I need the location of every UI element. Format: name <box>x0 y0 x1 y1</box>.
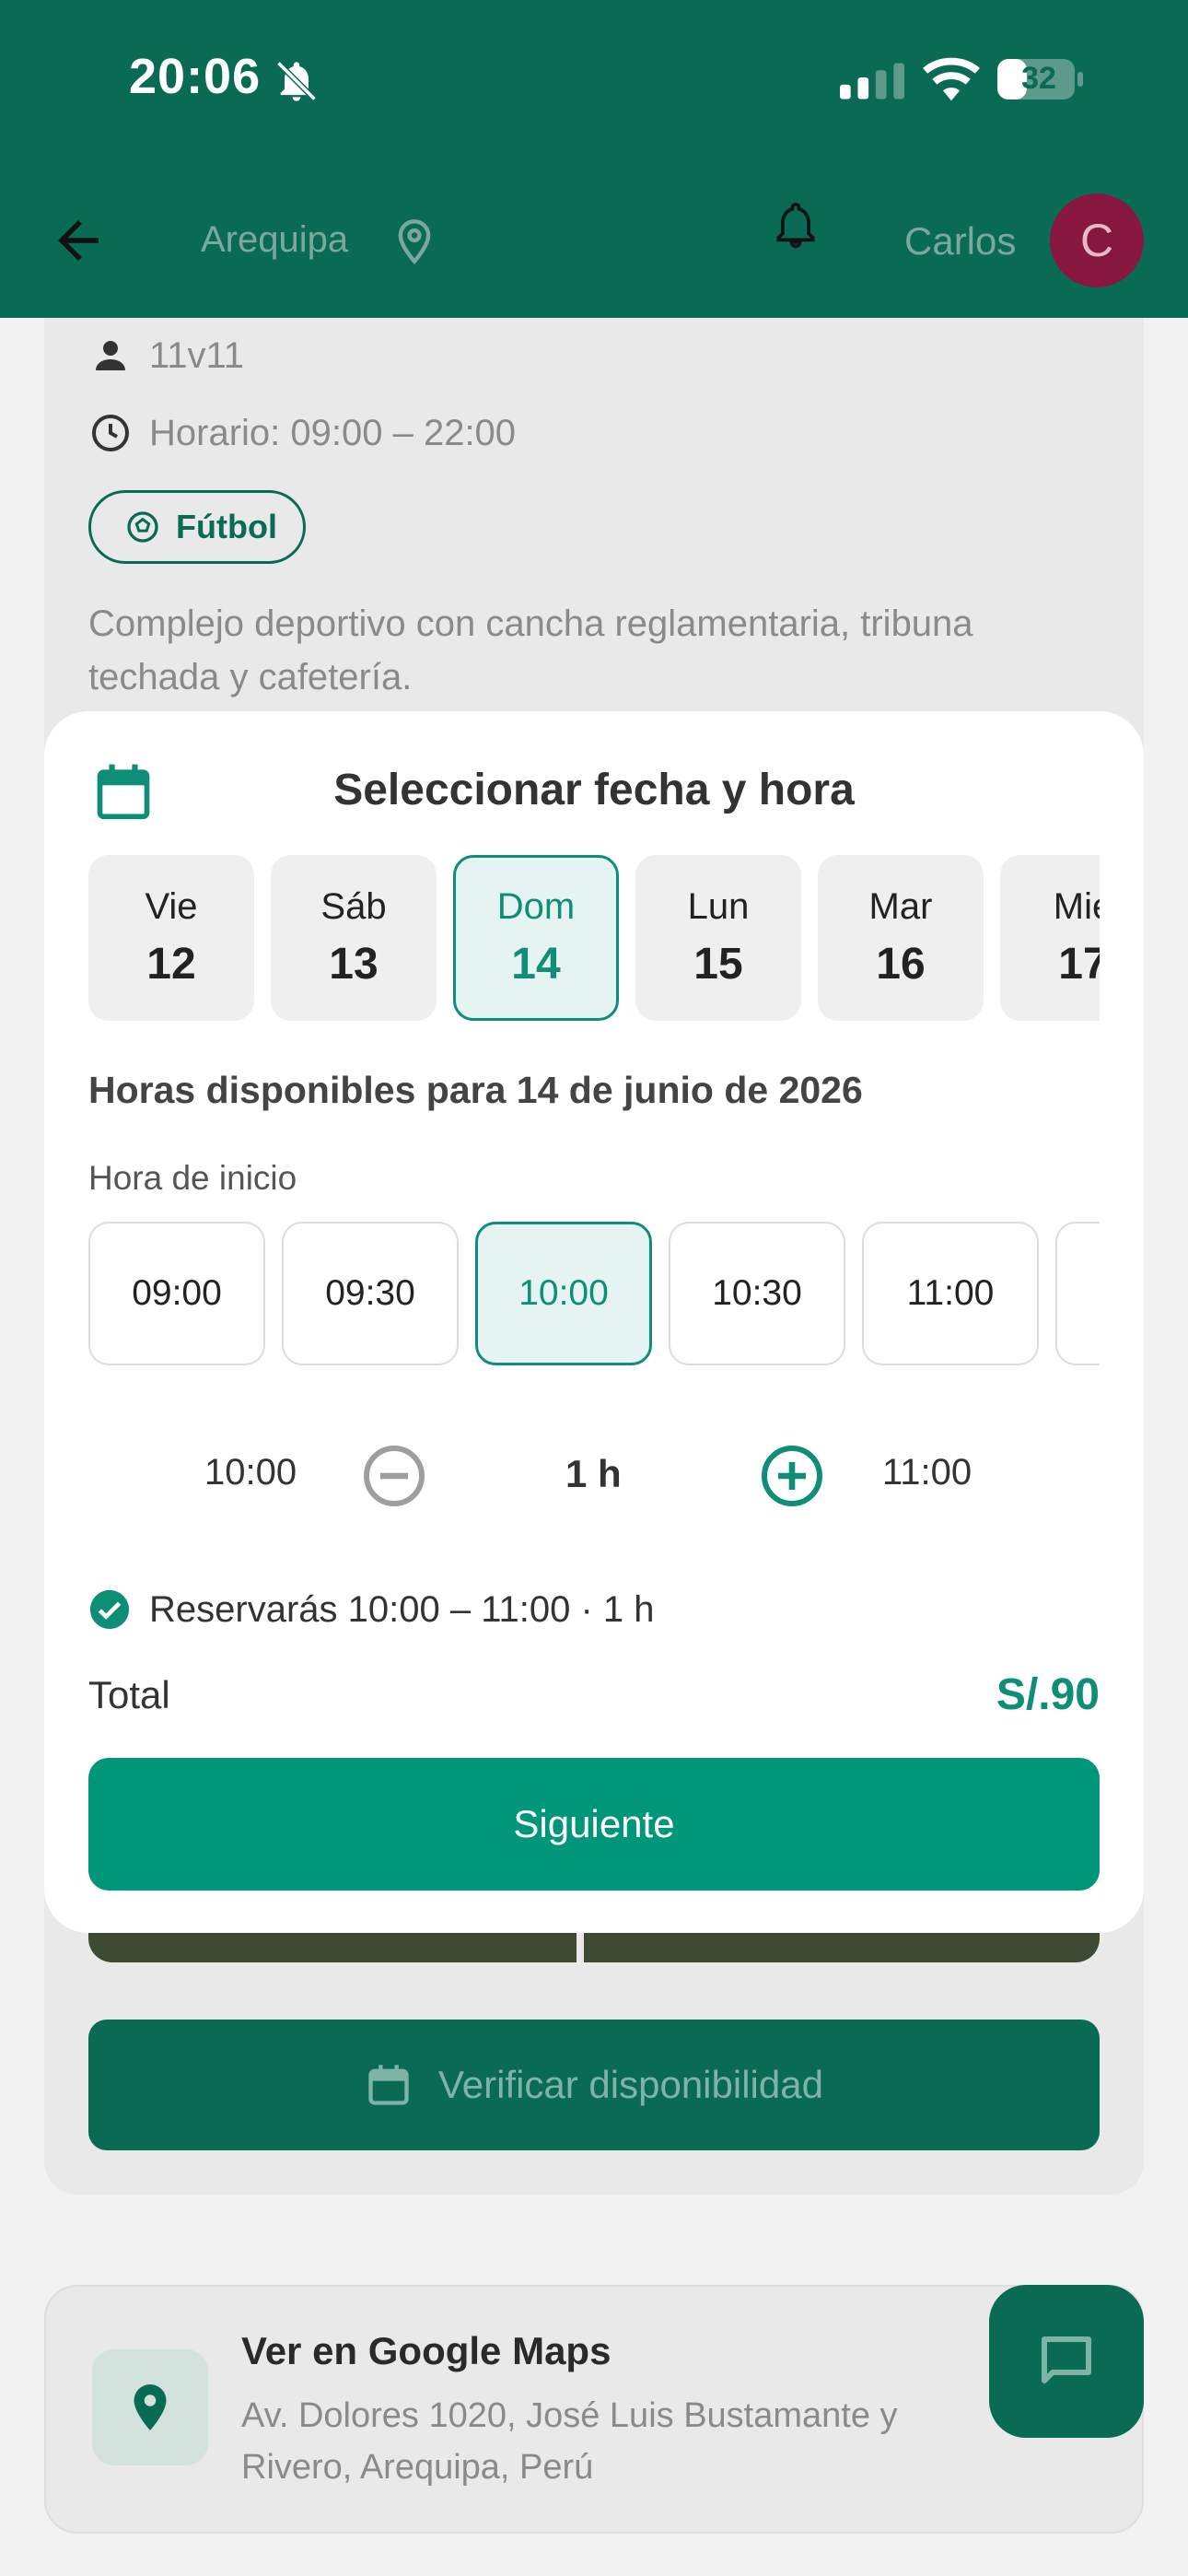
available-hours-label: Horas disponibles para 14 de junio de 20… <box>88 1069 863 1111</box>
bell-off-icon <box>276 61 317 101</box>
notification-bell-icon[interactable] <box>770 195 821 254</box>
day-name: Vie <box>145 886 198 927</box>
soccer-ball-icon <box>127 511 158 543</box>
map-pin-icon <box>134 2384 167 2430</box>
day-number: 13 <box>329 940 379 989</box>
wifi-icon <box>923 57 980 101</box>
chat-icon <box>1042 2336 1091 2383</box>
total-value: S/.90 <box>996 1670 1100 1719</box>
day-option[interactable]: Lun 15 <box>635 855 801 1021</box>
maps-address: Av. Dolores 1020, José Luis Bustamante y… <box>241 2396 898 2487</box>
status-time: 20:06 <box>129 49 262 104</box>
day-option[interactable]: Vie 12 <box>88 855 254 1021</box>
clock-icon <box>92 415 129 451</box>
day-name: Dom <box>496 886 576 927</box>
day-name: Mié <box>1053 886 1100 927</box>
signal-icon <box>840 63 904 100</box>
app-header: 20:06 32 Arequipa Carlos C <box>0 0 1188 318</box>
decrease-duration-button[interactable] <box>361 1443 427 1509</box>
day-option[interactable]: Dom 14 <box>453 855 619 1021</box>
duration-start-time: 10:00 <box>204 1452 297 1493</box>
day-option[interactable]: Mié 17 <box>1000 855 1100 1021</box>
time-slot[interactable]: 10:30 <box>669 1222 845 1365</box>
location-pin-icon[interactable] <box>390 216 438 267</box>
venue-description: Complejo deportivo con cancha reglamenta… <box>88 603 973 697</box>
day-option[interactable]: Sáb 13 <box>271 855 437 1021</box>
day-name: Mar <box>868 886 933 927</box>
chat-fab[interactable] <box>989 2285 1144 2438</box>
format-label: 11v11 <box>149 334 245 376</box>
reservation-summary-text: Reservarás 10:00 – 11:00 · 1 h <box>149 1588 655 1630</box>
day-number: 12 <box>146 940 196 989</box>
day-option[interactable]: Mar 16 <box>818 855 984 1021</box>
sport-chip: Fútbol <box>88 490 306 564</box>
time-slot-selector: 09:0009:3010:0010:3011:00 11:30 <box>88 1222 1100 1365</box>
avatar[interactable]: C <box>1050 193 1144 287</box>
city-label[interactable]: Arequipa <box>201 219 348 261</box>
day-name: Lun <box>687 886 750 927</box>
day-number: 16 <box>876 940 926 989</box>
day-name: Sáb <box>320 886 387 927</box>
maps-title: Ver en Google Maps <box>241 2329 611 2372</box>
day-number: 17 <box>1058 940 1100 989</box>
time-slot[interactable]: 11:00 <box>862 1222 1039 1365</box>
next-button[interactable]: Siguiente <box>88 1758 1100 1891</box>
hours-label: Horario: 09:00 – 22:00 <box>149 412 517 453</box>
duration-value: 1 h <box>565 1452 622 1495</box>
duration-end-time: 11:00 <box>882 1452 973 1493</box>
user-name[interactable]: Carlos <box>904 219 1016 263</box>
battery-level: 32 <box>1021 61 1056 96</box>
person-icon <box>96 341 125 370</box>
time-slot[interactable]: 09:30 <box>282 1222 459 1365</box>
time-slot[interactable]: 09:00 <box>88 1222 265 1365</box>
format-row: 11v11 <box>88 334 244 378</box>
modal-title: Seleccionar fecha y hora <box>333 766 855 814</box>
verify-availability-label: Verificar disponibilidad <box>438 2063 823 2106</box>
sport-chip-label: Fútbol <box>176 508 277 545</box>
verify-availability-button[interactable]: Verificar disponibilidad <box>88 2020 1100 2150</box>
battery-indicator: 32 <box>996 57 1085 101</box>
time-slot[interactable]: 11:30 <box>1055 1222 1100 1365</box>
date-time-picker-modal: Seleccionar fecha y hora Vie 12 Sáb 13 Dom 14… <box>44 711 1144 1933</box>
total-label: Total <box>88 1673 170 1716</box>
increase-duration-button[interactable] <box>759 1443 825 1509</box>
start-time-label: Hora de inicio <box>88 1159 297 1197</box>
hours-row: Horario: 09:00 – 22:00 <box>88 411 516 455</box>
calendar-icon <box>368 2065 409 2105</box>
day-number: 14 <box>511 940 561 989</box>
day-number: 15 <box>693 940 743 989</box>
maps-icon-box <box>92 2349 208 2465</box>
day-selector: Vie 12 Sáb 13 Dom 14 Lun 15 Mar 16 Mié 17 <box>88 855 1144 1021</box>
back-arrow-icon[interactable] <box>48 210 109 271</box>
check-circle-icon <box>89 1589 130 1630</box>
time-slot[interactable]: 10:00 <box>475 1222 652 1365</box>
reservation-summary: Reservarás 10:00 – 11:00 · 1 h <box>88 1588 654 1631</box>
